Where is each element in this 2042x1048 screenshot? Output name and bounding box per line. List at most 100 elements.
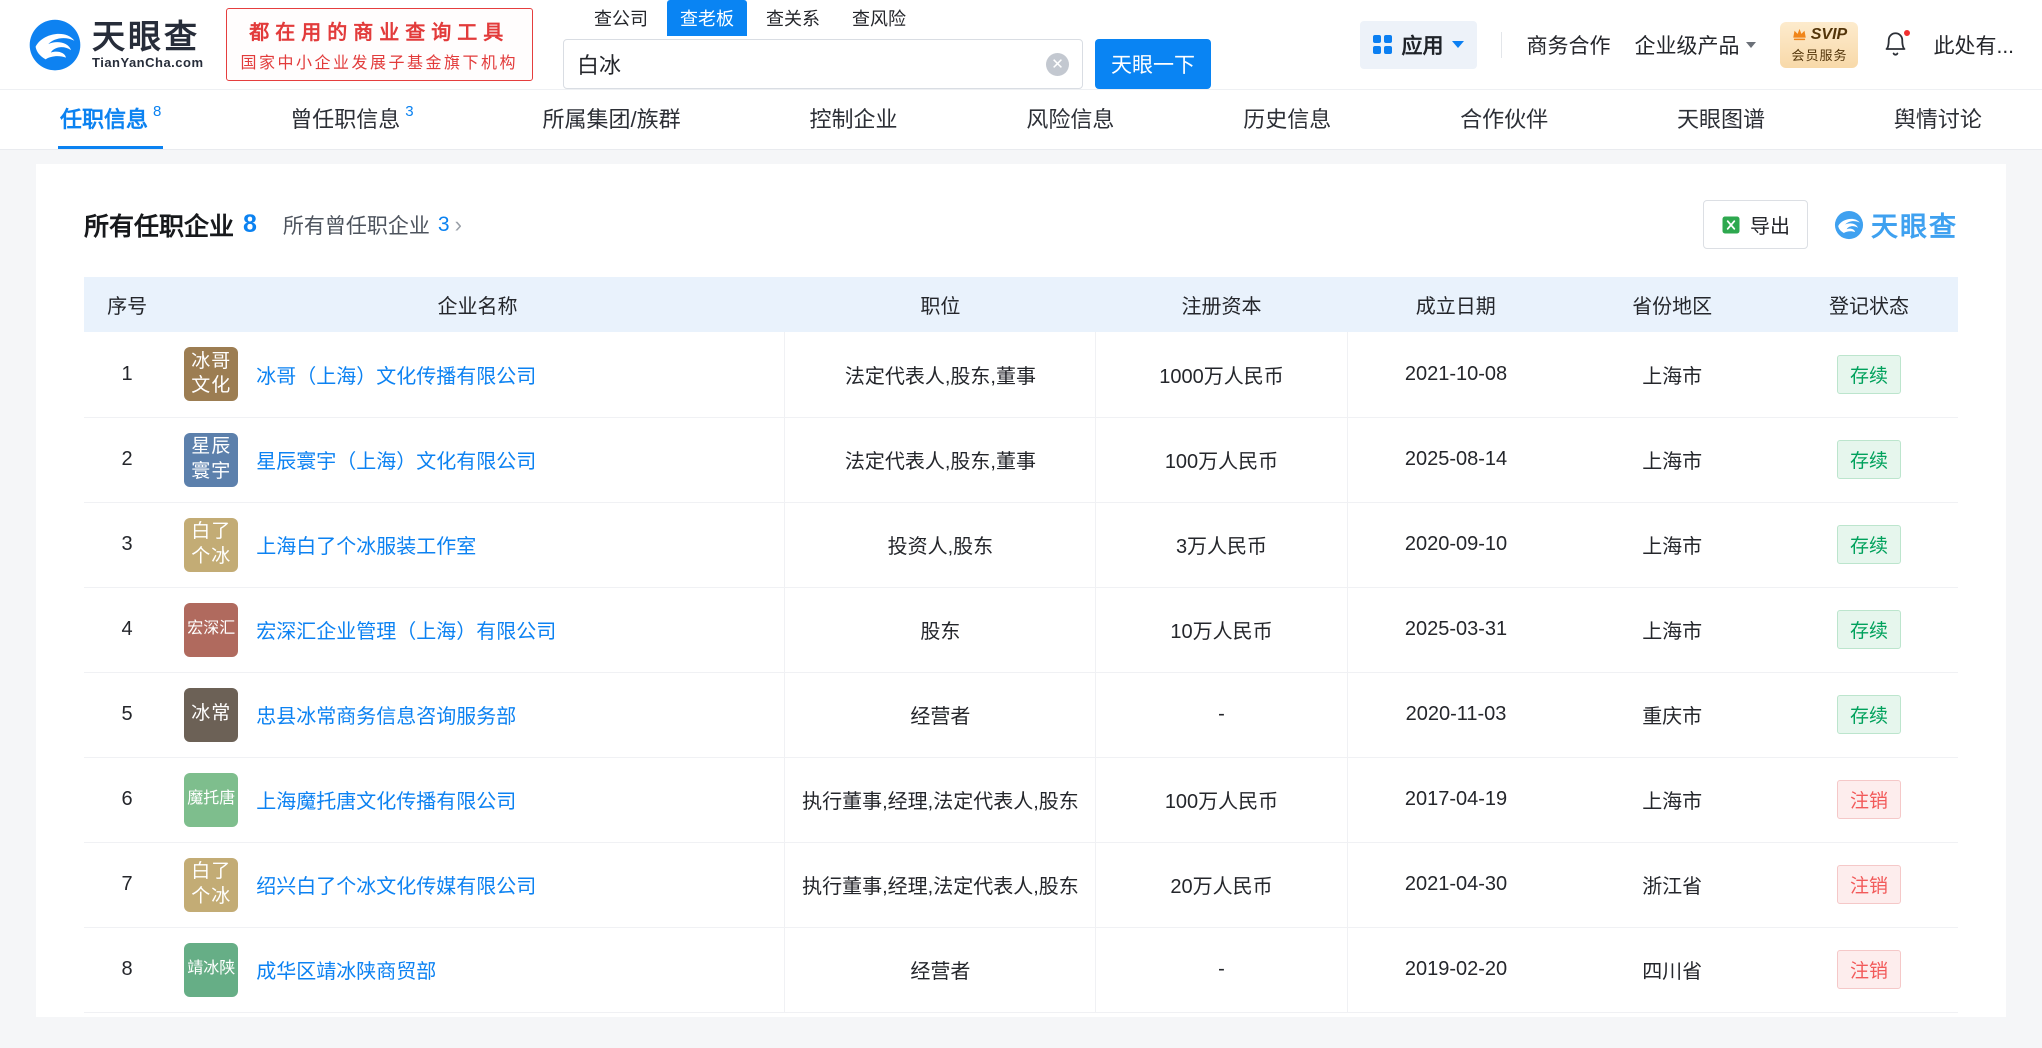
- site-header: 天眼查 TianYanCha.com 都在用的商业查询工具 国家中小企业发展子基…: [0, 0, 2042, 90]
- tianyancha-logo[interactable]: 天眼查 TianYanCha.com: [28, 18, 204, 72]
- tianyancha-logo-icon: [29, 19, 81, 70]
- logo-text: 天眼查 TianYanCha.com: [92, 19, 204, 70]
- row-index: 7: [84, 842, 171, 928]
- row-index: 2: [84, 417, 171, 503]
- search-tab-company[interactable]: 查公司: [581, 0, 661, 36]
- founded-date-cell: 2025-03-31: [1347, 587, 1565, 673]
- section-head: 所有任职企业 8 所有曾任职企业 3 › 导出 天眼查: [84, 200, 1958, 249]
- company-name-link[interactable]: 星辰寰宇（上海）文化有限公司: [256, 445, 536, 474]
- table-row: 2 星辰 寰宇 星辰寰宇（上海）文化有限公司 法定代表人,股东,董事 100万人民…: [84, 417, 1958, 503]
- tab-label: 合作伙伴: [1460, 107, 1549, 132]
- company-cell: 宏深汇 宏深汇企业管理（上海）有限公司: [178, 602, 776, 657]
- tab-count: 8: [153, 102, 162, 120]
- company-logo[interactable]: 冰常: [184, 687, 239, 742]
- company-logo[interactable]: 星辰 寰宇: [184, 432, 239, 487]
- company-cell: 冰常 忠县冰常商务信息咨询服务部: [178, 687, 776, 742]
- company-name-link[interactable]: 成华区靖冰陕商贸部: [256, 955, 436, 984]
- business-cooperation-link[interactable]: 商务合作: [1526, 30, 1610, 60]
- promo-line2: 国家中小企业发展子基金旗下机构: [240, 55, 519, 72]
- clear-icon[interactable]: ✕: [1046, 52, 1070, 76]
- notification-dot: [1902, 28, 1913, 38]
- header-index: 序号: [84, 277, 171, 332]
- chevron-down-icon: [1746, 41, 1757, 48]
- founded-date-cell: 2021-04-30: [1347, 842, 1565, 928]
- enterprise-products-label: 企业级产品: [1634, 34, 1740, 58]
- search-tab-risk[interactable]: 查风险: [839, 0, 919, 36]
- position-cell: 经营者: [784, 672, 1097, 758]
- search-tab-relation[interactable]: 查关系: [753, 0, 833, 36]
- search-input[interactable]: [577, 51, 1047, 77]
- tab-risk-info[interactable]: 风险信息: [1024, 90, 1116, 149]
- status-badge: 注销: [1836, 950, 1901, 989]
- capital-cell: 100万人民币: [1095, 417, 1348, 503]
- tab-former-positions[interactable]: 曾任职信息 3: [288, 90, 415, 149]
- company-name-link[interactable]: 冰哥（上海）文化传播有限公司: [256, 360, 536, 389]
- search-row: ✕ 天眼一下: [563, 39, 1212, 89]
- company-logo[interactable]: 冰哥 文化: [184, 347, 239, 402]
- header-company: 企业名称: [170, 277, 785, 332]
- section-title: 所有任职企业 8: [84, 207, 257, 243]
- promo-line1: 都在用的商业查询工具: [249, 22, 510, 44]
- position-cell: 法定代表人,股东,董事: [784, 332, 1097, 418]
- table-row: 1 冰哥 文化 冰哥（上海）文化传播有限公司 法定代表人,股东,董事 1000万人…: [84, 332, 1958, 418]
- company-logo[interactable]: 魔托唐: [184, 772, 239, 827]
- tab-controlled-companies[interactable]: 控制企业: [807, 90, 899, 149]
- search-button[interactable]: 天眼一下: [1095, 39, 1212, 89]
- tab-history-info[interactable]: 历史信息: [1241, 90, 1333, 149]
- former-positions-link[interactable]: 所有曾任职企业 3 ›: [283, 210, 462, 240]
- section-title-count: 8: [243, 210, 257, 238]
- tab-label: 曾任职信息: [290, 107, 401, 132]
- founded-date-cell: 2020-09-10: [1347, 502, 1565, 588]
- company-logo[interactable]: 白了 个冰: [184, 517, 239, 572]
- status-badge: 存续: [1836, 440, 1901, 479]
- tab-current-positions[interactable]: 任职信息 8: [58, 90, 164, 149]
- account-menu[interactable]: 此处有...: [1933, 30, 2014, 60]
- tab-public-opinion[interactable]: 舆情讨论: [1892, 90, 1984, 149]
- enterprise-products-menu[interactable]: 企业级产品: [1634, 30, 1757, 60]
- founded-date-cell: 2020-11-03: [1347, 672, 1565, 758]
- position-cell: 股东: [784, 587, 1097, 673]
- crown-icon: [1792, 28, 1806, 41]
- company-cell: 白了 个冰 绍兴白了个冰文化传媒有限公司: [178, 857, 776, 912]
- region-cell: 上海市: [1564, 502, 1780, 588]
- company-cell: 魔托唐 上海魔托唐文化传播有限公司: [178, 772, 776, 827]
- header-capital: 注册资本: [1095, 277, 1348, 332]
- notifications-button[interactable]: [1882, 28, 1913, 58]
- row-index: 8: [84, 927, 171, 1013]
- founded-date-cell: 2021-10-08: [1347, 332, 1565, 418]
- search-tab-boss[interactable]: 查老板: [667, 0, 748, 36]
- status-badge: 注销: [1836, 780, 1901, 819]
- table-row: 4 宏深汇 宏深汇企业管理（上海）有限公司 股东 10万人民币 2025-03-…: [84, 587, 1958, 673]
- apps-menu-button[interactable]: 应用: [1360, 20, 1478, 69]
- tab-partners[interactable]: 合作伙伴: [1458, 90, 1550, 149]
- tab-label: 风险信息: [1026, 107, 1115, 132]
- company-name-link[interactable]: 上海魔托唐文化传播有限公司: [256, 785, 516, 814]
- company-logo[interactable]: 靖冰陕: [184, 942, 239, 997]
- capital-cell: 10万人民币: [1095, 587, 1348, 673]
- company-logo[interactable]: 宏深汇: [184, 602, 239, 657]
- company-logo[interactable]: 白了 个冰: [184, 857, 239, 912]
- tab-label: 舆情讨论: [1893, 107, 1982, 132]
- promo-badge: 都在用的商业查询工具 国家中小企业发展子基金旗下机构: [225, 8, 534, 81]
- tab-tianyan-graph[interactable]: 天眼图谱: [1675, 90, 1767, 149]
- company-name-link[interactable]: 宏深汇企业管理（上海）有限公司: [256, 615, 556, 644]
- company-name-link[interactable]: 上海白了个冰服装工作室: [256, 530, 476, 559]
- region-cell: 上海市: [1564, 332, 1780, 418]
- position-cell: 法定代表人,股东,董事: [784, 417, 1097, 503]
- region-cell: 上海市: [1564, 587, 1780, 673]
- table-row: 3 白了 个冰 上海白了个冰服装工作室 投资人,股东 3万人民币 2020-09-…: [84, 502, 1958, 588]
- company-name-link[interactable]: 忠县冰常商务信息咨询服务部: [256, 700, 516, 729]
- capital-cell: 1000万人民币: [1095, 332, 1348, 418]
- svip-member-button[interactable]: SVIP 会员服务: [1780, 21, 1859, 68]
- header-right: 应用 商务合作 企业级产品 SVIP 会员服务 此处有...: [1360, 20, 2014, 69]
- status-badge: 存续: [1836, 525, 1901, 564]
- excel-icon: [1722, 216, 1740, 233]
- tab-label: 历史信息: [1243, 107, 1332, 132]
- tab-label: 任职信息: [60, 107, 149, 132]
- search-area: 查公司 查老板 查关系 查风险 ✕ 天眼一下: [563, 0, 1212, 89]
- table-header-row: 序号 企业名称 职位 注册资本 成立日期 省份地区 登记状态: [84, 277, 1958, 332]
- export-button[interactable]: 导出: [1703, 200, 1808, 249]
- company-name-link[interactable]: 绍兴白了个冰文化传媒有限公司: [256, 870, 536, 899]
- tab-group-cluster[interactable]: 所属集团/族群: [540, 90, 682, 149]
- capital-cell: -: [1095, 672, 1348, 758]
